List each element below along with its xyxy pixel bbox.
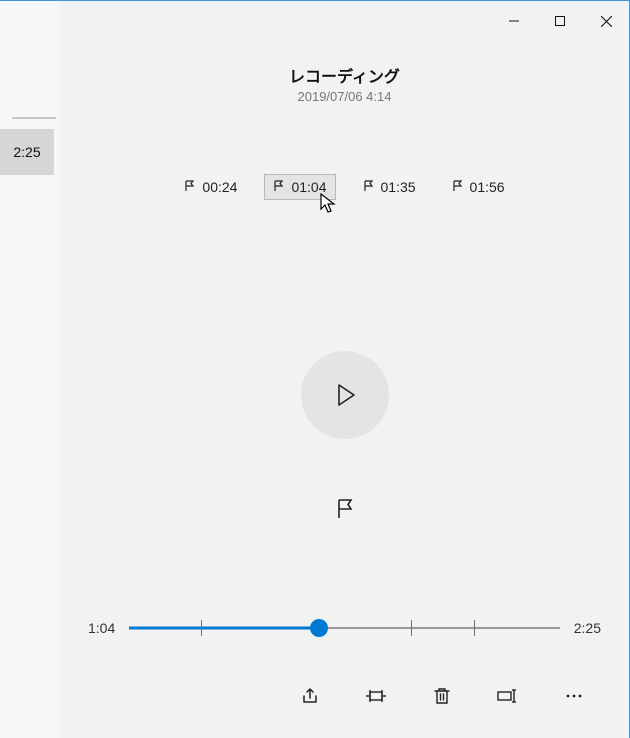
minimize-button[interactable] <box>491 5 537 37</box>
recording-thumbnail[interactable]: 2:25 <box>0 129 54 175</box>
trash-icon <box>433 686 451 706</box>
seek-bar-marker-tick[interactable] <box>201 620 202 636</box>
marker-item[interactable]: 00:24 <box>175 174 246 200</box>
window-titlebar <box>491 1 629 41</box>
add-marker-button[interactable] <box>325 489 365 529</box>
recordings-sidebar: 2:25 <box>0 1 60 738</box>
marker-item[interactable]: 01:04 <box>264 174 335 200</box>
play-icon <box>330 380 360 410</box>
marker-time: 01:56 <box>470 179 505 195</box>
current-time-label: 1:04 <box>88 620 115 636</box>
marker-list: 00:24 01:04 01:35 01:56 <box>60 174 629 200</box>
seek-bar-marker-tick[interactable] <box>474 620 475 636</box>
seek-bar[interactable] <box>129 616 560 640</box>
marker-time: 01:04 <box>291 179 326 195</box>
trim-button[interactable] <box>361 681 391 711</box>
flag-icon <box>334 498 356 520</box>
seek-bar-row: 1:04 2:25 <box>60 616 629 640</box>
bottom-toolbar <box>60 681 629 711</box>
flag-icon <box>452 179 464 195</box>
rename-button[interactable] <box>493 681 523 711</box>
play-button[interactable] <box>301 351 389 439</box>
rename-icon <box>497 688 519 704</box>
more-icon <box>565 693 583 699</box>
recording-detail-pane: レコーディング 2019/07/06 4:14 00:24 01:04 01:3… <box>60 41 629 738</box>
delete-button[interactable] <box>427 681 457 711</box>
flag-icon <box>184 179 196 195</box>
marker-item[interactable]: 01:35 <box>354 174 425 200</box>
marker-time: 00:24 <box>202 179 237 195</box>
flag-icon <box>273 179 285 195</box>
maximize-button[interactable] <box>537 5 583 37</box>
recording-title: レコーディング <box>60 63 629 87</box>
recording-date: 2019/07/06 4:14 <box>60 89 629 104</box>
close-button[interactable] <box>583 5 629 37</box>
marker-item[interactable]: 01:56 <box>443 174 514 200</box>
seek-bar-handle[interactable] <box>310 619 328 637</box>
more-button[interactable] <box>559 681 589 711</box>
seek-bar-fill <box>129 627 319 630</box>
share-icon <box>300 686 320 706</box>
marker-time: 01:35 <box>381 179 416 195</box>
recording-thumbnail-duration: 2:25 <box>13 144 40 160</box>
trim-icon <box>365 687 387 705</box>
sidebar-divider <box>12 117 56 119</box>
flag-icon <box>363 179 375 195</box>
share-button[interactable] <box>295 681 325 711</box>
duration-label: 2:25 <box>574 620 601 636</box>
seek-bar-marker-tick[interactable] <box>411 620 412 636</box>
